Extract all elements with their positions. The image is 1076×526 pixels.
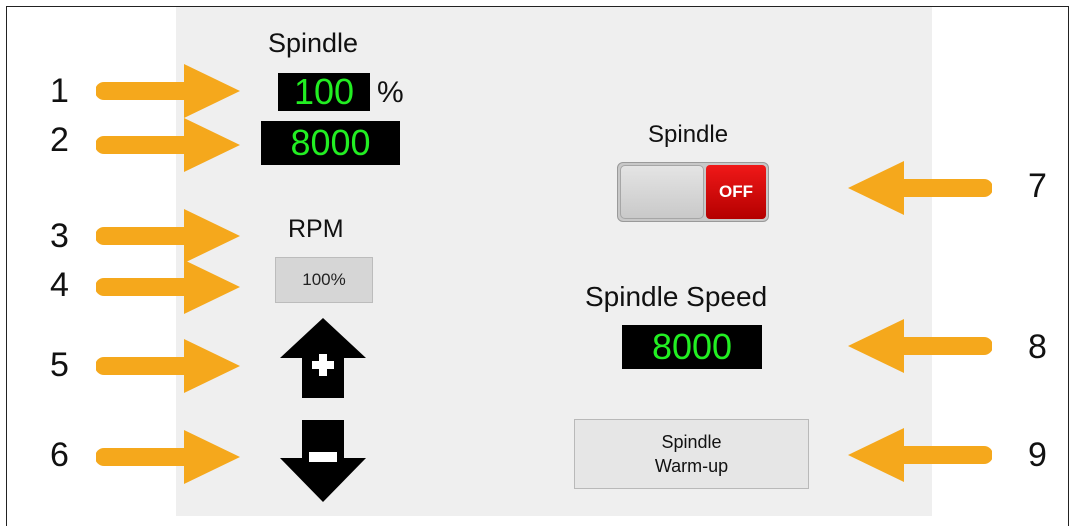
- reset-100-percent-button[interactable]: 100%: [275, 257, 373, 303]
- callout-arrow-2: [96, 116, 242, 174]
- callout-arrow-7: [846, 159, 992, 217]
- callout-number-2: 2: [50, 121, 69, 159]
- callout-number-1: 1: [50, 72, 69, 110]
- spindle-speed-display: 8000: [622, 325, 762, 369]
- arrow-down-minus-icon: [280, 420, 366, 502]
- spindle-toggle-switch[interactable]: OFF: [617, 162, 769, 222]
- spindle-warmup-button[interactable]: Spindle Warm-up: [574, 419, 809, 489]
- arrow-up-plus-icon: [280, 318, 366, 398]
- callout-arrow-8: [846, 317, 992, 375]
- arrow-callout-icon: [96, 260, 240, 314]
- spindle-title: Spindle: [268, 28, 359, 58]
- callout-arrow-9: [846, 426, 992, 484]
- toggle-off-indicator: OFF: [706, 165, 766, 219]
- spindle-rpm-display: 8000: [261, 121, 400, 165]
- callout-number-7: 7: [1028, 167, 1047, 205]
- arrow-callout-icon: [96, 118, 240, 172]
- callout-arrow-4: [96, 258, 242, 316]
- arrow-callout-icon: [848, 319, 992, 373]
- increase-button[interactable]: [278, 316, 368, 400]
- callout-arrow-3: [96, 207, 242, 265]
- warmup-label-line2: Warm-up: [654, 456, 729, 476]
- callout-arrow-6: [96, 428, 242, 486]
- arrow-callout-icon: [96, 64, 240, 118]
- arrow-callout-icon: [96, 339, 240, 393]
- warmup-label-line1: Spindle: [661, 432, 722, 452]
- spindle-speed-title: Spindle Speed: [585, 281, 768, 312]
- callout-number-9: 9: [1028, 436, 1047, 474]
- arrow-callout-icon: [848, 161, 992, 215]
- toggle-title: Spindle: [648, 121, 729, 148]
- arrow-callout-icon: [96, 209, 240, 263]
- callout-arrow-5: [96, 337, 242, 395]
- callout-number-4: 4: [50, 266, 69, 304]
- spindle-override-display: 100: [278, 73, 370, 111]
- callout-number-6: 6: [50, 436, 69, 474]
- toggle-knob[interactable]: [620, 165, 704, 219]
- callout-number-3: 3: [50, 217, 69, 255]
- arrow-callout-icon: [96, 430, 240, 484]
- callout-number-5: 5: [50, 346, 69, 384]
- decrease-button[interactable]: [278, 418, 368, 504]
- callout-arrow-1: [96, 62, 242, 120]
- rpm-label: RPM: [288, 215, 344, 243]
- arrow-callout-icon: [848, 428, 992, 482]
- callout-number-8: 8: [1028, 328, 1047, 366]
- percent-label: %: [377, 76, 404, 109]
